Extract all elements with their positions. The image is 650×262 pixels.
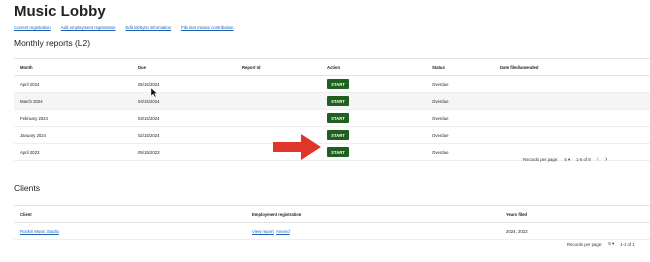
- records-per-page-select[interactable]: 5 ▾: [608, 241, 614, 247]
- start-button[interactable]: START: [327, 113, 349, 123]
- due-cell: 05/15/2023: [138, 149, 160, 155]
- column-header-due: Due: [138, 64, 146, 70]
- table-header: Month Due Report Id Action Status Date f…: [14, 59, 650, 76]
- start-button[interactable]: START: [327, 147, 349, 157]
- start-button[interactable]: START: [327, 96, 349, 106]
- table-row: March 2024 04/15/2024 START Overdue: [14, 93, 650, 110]
- status-cell: Overdue: [432, 115, 449, 121]
- current-registration-link[interactable]: Current registration: [14, 25, 51, 30]
- clients-pagination: Records per page: 5 ▾ 1-1 of 1: [567, 241, 635, 247]
- records-per-page-label: Records per page:: [567, 241, 603, 247]
- page-title: Music Lobby: [14, 3, 106, 20]
- start-button[interactable]: START: [327, 130, 349, 140]
- clients-table: Client Employment registration Years fil…: [14, 205, 650, 240]
- month-cell: April 2023: [20, 149, 40, 155]
- monthly-reports-table: Month Due Report Id Action Status Date f…: [14, 58, 650, 161]
- column-header-report-id: Report Id: [242, 64, 261, 70]
- column-header-employment-registration: Employment registration: [252, 211, 302, 217]
- records-per-page-select[interactable]: 5 ▾: [564, 157, 570, 163]
- month-cell: March 2024: [20, 98, 43, 104]
- month-cell: April 2024: [20, 81, 40, 87]
- years-filed-cell: 2024, 2023: [506, 228, 528, 234]
- client-link[interactable]: Rockin Music Studio: [20, 229, 59, 234]
- status-cell: Overdue: [432, 98, 449, 104]
- monthly-reports-heading: Monthly reports (L2): [14, 38, 91, 48]
- due-cell: 02/15/2024: [138, 132, 160, 138]
- top-links: Current registration Add employment regi…: [14, 25, 233, 30]
- next-page-button[interactable]: ›: [605, 156, 607, 163]
- file-last-minute-contribution-link[interactable]: File last minute contribution: [181, 25, 233, 30]
- table-header: Client Employment registration Years fil…: [14, 206, 650, 223]
- records-per-page-label: Records per page:: [523, 157, 559, 162]
- column-header-action: Action: [327, 64, 341, 70]
- due-cell: 03/15/2024: [138, 115, 160, 121]
- red-arrow-icon: [273, 134, 321, 160]
- table-row: April 2024 05/15/2024 START Overdue: [14, 76, 650, 93]
- clients-heading: Clients: [14, 183, 40, 193]
- month-cell: January 2024: [20, 132, 47, 138]
- previous-page-button[interactable]: ‹: [597, 156, 599, 163]
- chevron-down-icon: ▾: [567, 156, 571, 162]
- mouse-cursor-icon: [151, 88, 158, 97]
- edit-lobbyist-information-link[interactable]: Edit lobbyist information: [125, 25, 171, 30]
- table-row: January 2024 02/15/2024 START Overdue: [14, 127, 650, 144]
- status-cell: Overdue: [432, 149, 449, 155]
- month-cell: February 2024: [20, 115, 48, 121]
- column-header-month: Month: [20, 64, 33, 70]
- view-report-link[interactable]: View report: [252, 229, 274, 234]
- column-header-date-filed: Date filed/amended: [500, 64, 539, 70]
- table-row: Rockin Music Studio View report Amend 20…: [14, 223, 650, 240]
- page-range: 1-1 of 1: [620, 241, 635, 247]
- amend-link[interactable]: Amend: [276, 229, 290, 234]
- start-button[interactable]: START: [327, 79, 349, 89]
- column-header-years-filed: Years filed: [506, 211, 527, 217]
- page-range: 1-5 of 8: [576, 157, 591, 162]
- status-cell: Overdue: [432, 132, 449, 138]
- column-header-client: Client: [20, 211, 32, 217]
- monthly-pagination: Records per page: 5 ▾ 1-5 of 8 ‹ ›: [523, 156, 607, 163]
- column-header-status: Status: [432, 64, 445, 70]
- add-employment-registration-link[interactable]: Add employment registration: [61, 25, 116, 30]
- table-row: February 2024 03/15/2024 START Overdue: [14, 110, 650, 127]
- chevron-down-icon: ▾: [611, 241, 615, 246]
- status-cell: Overdue: [432, 81, 449, 87]
